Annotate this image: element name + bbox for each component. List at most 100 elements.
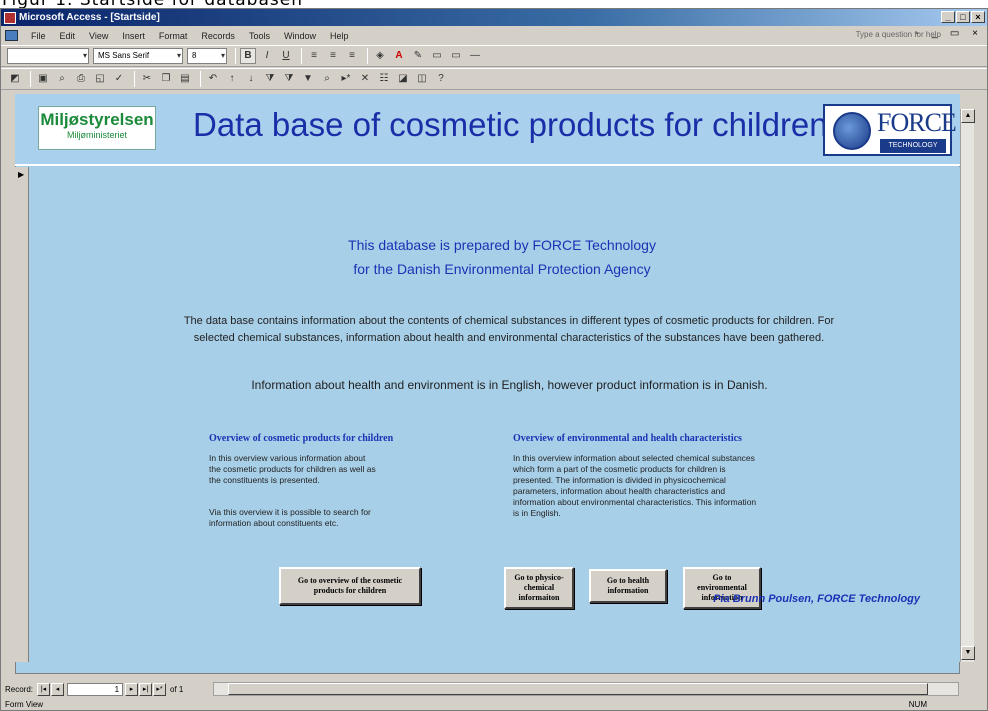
formatting-toolbar: MS Sans Serif 8 B I U ≡ ≡ ≡ ◈ A ✎ ▭ ▭ —: [1, 45, 987, 67]
object-dropdown[interactable]: [7, 48, 89, 64]
first-record-icon[interactable]: |◂: [37, 682, 51, 696]
menu-bar: File Edit View Insert Format Records Too…: [1, 27, 987, 44]
window-controls: _ □ ×: [941, 11, 985, 23]
database-window-icon[interactable]: ◪: [395, 71, 411, 87]
sort-ascending-icon[interactable]: ↑: [224, 71, 240, 87]
align-left-icon[interactable]: ≡: [306, 48, 322, 64]
access-app-icon: [4, 11, 16, 24]
vertical-scrollbar[interactable]: ▲ ▼: [960, 109, 975, 662]
logo-left-line1: Miljøstyrelsen: [40, 110, 154, 129]
access-window: Microsoft Access - [Startside] _ □ × Fil…: [0, 8, 988, 711]
font-name-dropdown[interactable]: MS Sans Serif: [93, 48, 183, 64]
products-overview-title: Overview of cosmetic products for childr…: [209, 433, 394, 444]
filter-icon[interactable]: ⧩: [262, 71, 278, 87]
border-width-icon[interactable]: ▭: [429, 48, 445, 64]
menu-format[interactable]: Format: [152, 31, 195, 41]
properties-icon[interactable]: ☷: [376, 71, 392, 87]
fill-color-icon[interactable]: ◈: [372, 48, 388, 64]
toolbar-separator: [30, 71, 31, 87]
spelling-icon[interactable]: ✓: [111, 71, 127, 87]
go-to-health-button[interactable]: Go to health information: [589, 569, 667, 603]
scroll-down-icon[interactable]: ▼: [961, 646, 975, 660]
document-window-controls[interactable]: - _ ▭ ×: [915, 28, 983, 39]
form-detail: This database is prepared by FORCE Techn…: [29, 167, 960, 662]
delete-record-icon[interactable]: ✕: [357, 71, 373, 87]
copy-icon[interactable]: ❐: [158, 71, 174, 87]
go-to-overview-button[interactable]: Go to overview of the cosmetic products …: [279, 567, 421, 605]
line-color-icon[interactable]: ✎: [410, 48, 426, 64]
characteristics-overview-text: In this overview information about selec…: [513, 453, 757, 518]
align-right-icon[interactable]: ≡: [344, 48, 360, 64]
prepared-line1: This database is prepared by FORCE Techn…: [348, 237, 656, 253]
scroll-up-icon[interactable]: ▲: [961, 109, 975, 123]
menu-window[interactable]: Window: [277, 31, 323, 41]
align-center-icon[interactable]: ≡: [325, 48, 341, 64]
products-overview-text1: In this overview various information abo…: [209, 453, 376, 485]
maximize-button[interactable]: □: [956, 11, 970, 23]
toolbar-separator: [200, 71, 201, 87]
document-icon[interactable]: [5, 30, 18, 41]
record-label: Record:: [5, 684, 34, 694]
go-to-physico-chemical-button[interactable]: Go to physico-chemical informaiton: [504, 567, 574, 609]
save-icon[interactable]: ▣: [35, 71, 51, 87]
new-record-icon[interactable]: ▸*: [338, 71, 354, 87]
apply-filter-icon[interactable]: ▼: [300, 71, 316, 87]
status-mode: Form View: [5, 700, 44, 709]
new-object-icon[interactable]: ◫: [414, 71, 430, 87]
paste-icon[interactable]: ▤: [177, 71, 193, 87]
menu-help[interactable]: Help: [323, 31, 356, 41]
toolbar-separator: [367, 48, 368, 64]
record-selector[interactable]: ▶: [15, 167, 29, 662]
font-color-icon[interactable]: A: [391, 48, 407, 64]
products-overview-text2: Via this overview it is possible to sear…: [209, 507, 371, 528]
miljostyrelsen-logo: Miljøstyrelsen Miljøministeriet: [38, 106, 156, 150]
status-bar: Form View NUM: [1, 699, 987, 711]
minimize-button[interactable]: _: [941, 11, 955, 23]
record-number-input[interactable]: 1: [67, 682, 124, 696]
current-record-arrow-icon: ▶: [18, 170, 25, 179]
new-record-nav-icon[interactable]: ▸*: [153, 682, 167, 696]
last-record-icon[interactable]: ▸|: [139, 682, 153, 696]
bold-button[interactable]: B: [240, 48, 256, 64]
filter-form-icon[interactable]: ⧩: [281, 71, 297, 87]
num-lock-indicator: NUM: [908, 700, 927, 709]
title-bar: Microsoft Access - [Startside] _ □ ×: [1, 9, 987, 26]
globe-icon: [833, 112, 871, 150]
previous-record-icon[interactable]: ◂: [51, 682, 65, 696]
italic-button[interactable]: I: [259, 48, 275, 64]
prepared-line2: for the Danish Environmental Protection …: [353, 261, 651, 277]
horizontal-scrollbar[interactable]: [213, 682, 959, 696]
record-count: of 1: [170, 684, 184, 694]
underline-button[interactable]: U: [278, 48, 294, 64]
special-effect-icon[interactable]: ▭: [448, 48, 464, 64]
author-credit: Pia Brunn Poulsen, FORCE Technology: [713, 593, 920, 605]
window-title: Microsoft Access - [Startside]: [19, 12, 160, 23]
line-style-icon[interactable]: —: [467, 48, 483, 64]
menu-view[interactable]: View: [82, 31, 115, 41]
cut-icon[interactable]: ✂: [139, 71, 155, 87]
form-header: Miljøstyrelsen Miljøministeriet Data bas…: [15, 94, 960, 166]
menu-file[interactable]: File: [24, 31, 53, 41]
print-icon[interactable]: ⎙: [73, 71, 89, 87]
close-button[interactable]: ×: [971, 11, 985, 23]
horizontal-scroll-thumb[interactable]: [228, 683, 928, 695]
menu-tools[interactable]: Tools: [242, 31, 277, 41]
font-size-dropdown[interactable]: 8: [187, 48, 227, 64]
view-icon[interactable]: ◩: [7, 71, 23, 87]
language-note: Information about health and environment…: [251, 378, 768, 392]
logo-right-sub: TECHNOLOGY: [880, 139, 946, 153]
menu-records[interactable]: Records: [194, 31, 242, 41]
help-icon[interactable]: ?: [433, 71, 449, 87]
toolbar-separator: [134, 71, 135, 87]
record-navigation-bar: Record: |◂ ◂ 1 ▸ ▸| ▸* of 1: [1, 681, 987, 697]
undo-icon[interactable]: ↶: [205, 71, 221, 87]
logo-left-line2: Miljøministeriet: [66, 130, 127, 140]
menu-edit[interactable]: Edit: [53, 31, 83, 41]
search-icon[interactable]: ⌕: [54, 71, 70, 87]
find-icon[interactable]: ⌕: [319, 71, 335, 87]
menu-insert[interactable]: Insert: [115, 31, 152, 41]
next-record-icon[interactable]: ▸: [125, 682, 139, 696]
print-preview-icon[interactable]: ◱: [92, 71, 108, 87]
sort-descending-icon[interactable]: ↓: [243, 71, 259, 87]
force-technology-logo: FORCE TECHNOLOGY: [823, 104, 957, 156]
